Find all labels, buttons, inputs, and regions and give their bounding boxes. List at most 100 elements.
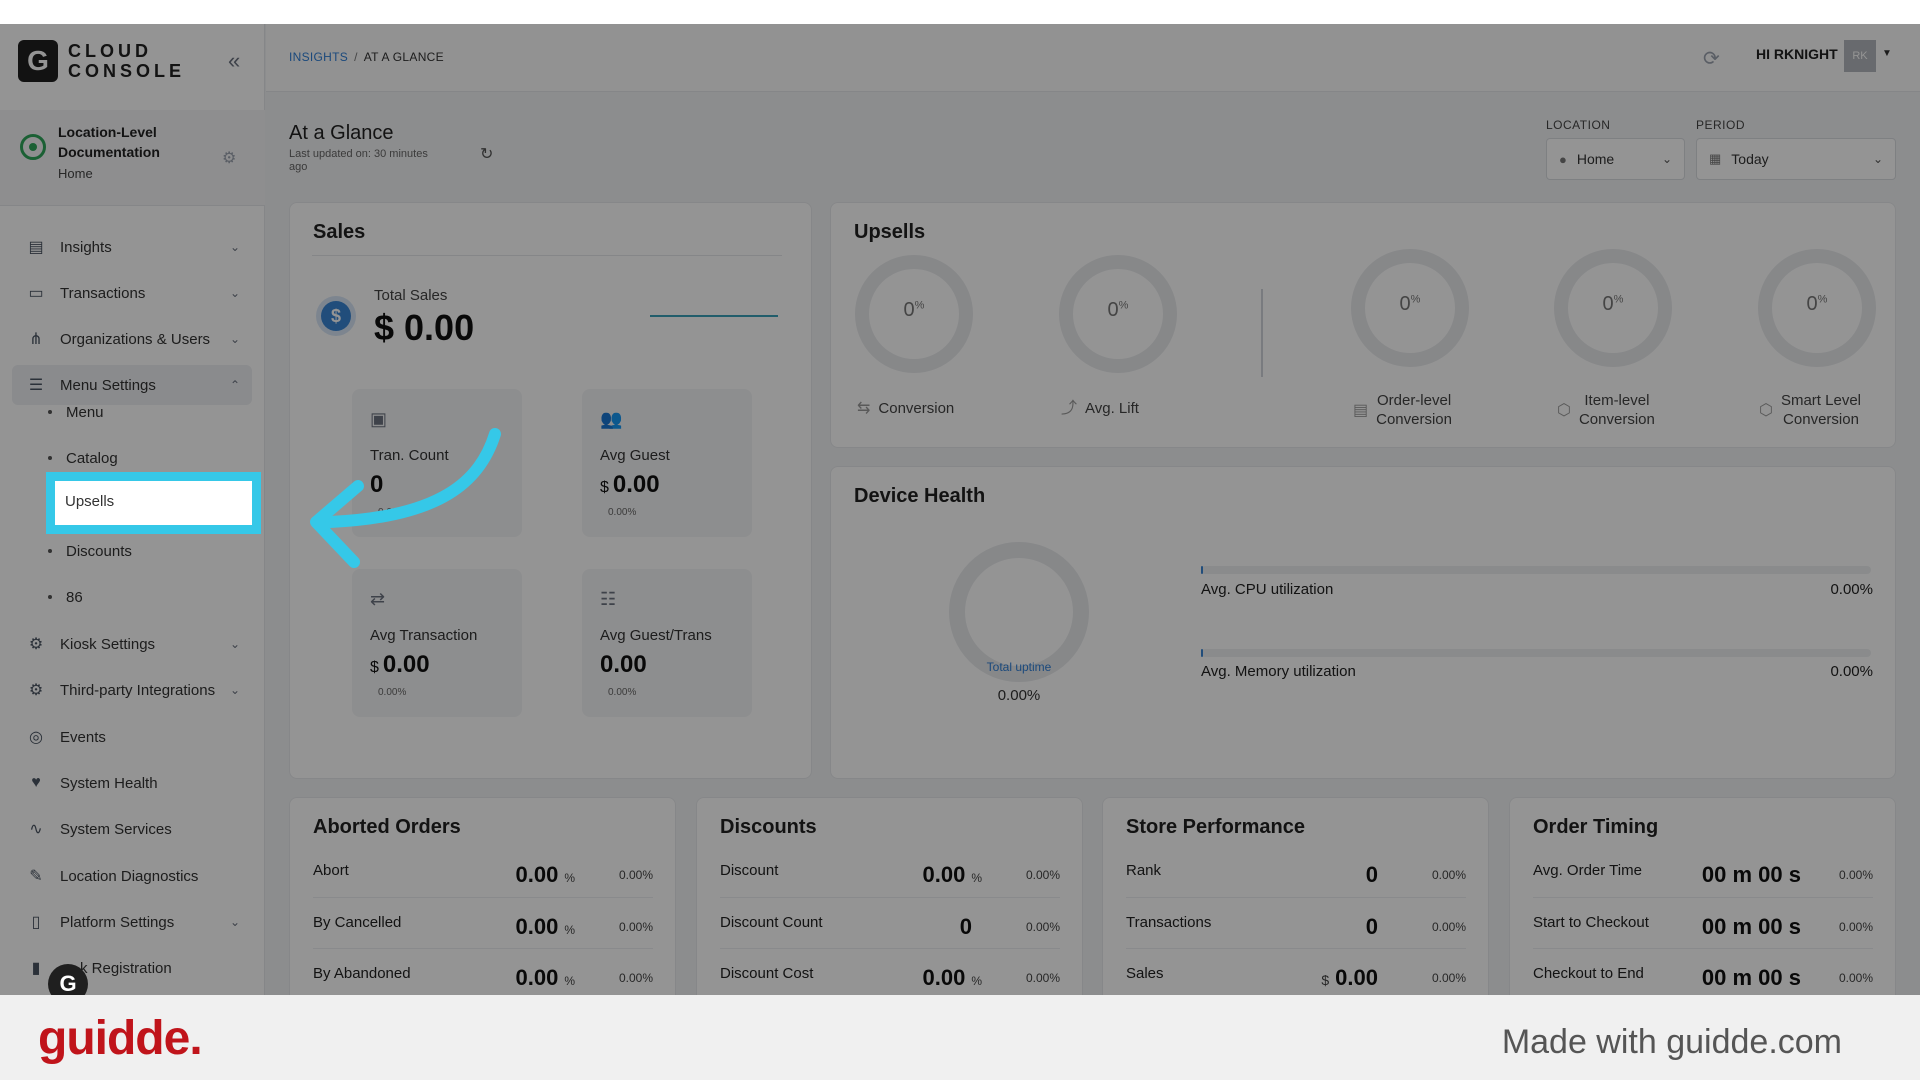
sync-icon[interactable]: ⟳ [1703, 46, 1720, 71]
sidebar-item-kiosk-settings[interactable]: ⚙ Kiosk Settings ⌄ [12, 624, 252, 664]
kiosk-icon: ▮ [31, 960, 41, 977]
cpu-bar-fill [1201, 566, 1203, 574]
brand-logo[interactable]: G CLOUD CONSOLE [18, 40, 185, 82]
order-level-label: ▤ Order-level Conversion [1353, 392, 1452, 428]
brand-mark: G [18, 40, 58, 82]
chevron-up-icon: ⌃ [229, 378, 240, 392]
sidebar-item-events[interactable]: ◎ Events [12, 717, 252, 757]
top-bar: INSIGHTS / AT A GLANCE ⟳ HI RKNIGHT RK ▼ [266, 24, 1920, 92]
footer: guidde. Made with guidde.com [0, 995, 1920, 1080]
chevron-down-icon: ⌄ [229, 915, 240, 929]
conversion-icon: ⇆ [857, 400, 871, 417]
memory-bar [1201, 649, 1871, 657]
list-item: Avg. Order Time 00 m 00 s 0.00% [1533, 862, 1873, 887]
sidebar-item-platform-settings[interactable]: ▯ Platform Settings ⌄ [12, 902, 252, 942]
sidebar-item-system-health[interactable]: ♥ System Health [12, 763, 252, 803]
location-select[interactable]: ● Home ⌄ [1546, 138, 1685, 180]
location-settings-icon[interactable]: ⚙ [222, 148, 236, 168]
chevron-down-icon: ⌄ [229, 637, 240, 651]
made-with-text: Made with guidde.com [1501, 1023, 1842, 1061]
location-subtitle: Home [58, 166, 93, 181]
list-item: Sales $0.00 0.00% [1126, 965, 1466, 990]
sidebar-subitem-discounts[interactable]: Discounts [48, 534, 132, 568]
cpu-value: 0.00% [1830, 581, 1873, 598]
chevron-down-icon: ⌄ [229, 683, 240, 697]
store-performance-card: Store Performance Rank 0 0.00% Transaction… [1102, 797, 1489, 995]
guidde-logo: guidde. [38, 1012, 203, 1065]
sales-title: Sales [313, 221, 366, 243]
total-sales-value: $ 0.00 [374, 307, 475, 348]
aborted-orders-card: Aborted Orders Abort 0.00% 0.00% By Cancel… [289, 797, 676, 995]
sidebar-subitem-menu[interactable]: Menu [48, 395, 104, 429]
period-filter-label: PERIOD [1696, 118, 1746, 132]
cpu-label: Avg. CPU utilization [1201, 581, 1334, 598]
sidebar-item-label: Insights [60, 238, 112, 256]
chevron-down-icon: ⌄ [229, 332, 240, 346]
sidebar-item-label: Organizations & Users [60, 330, 211, 348]
refresh-icon[interactable]: ↻ [480, 144, 493, 164]
gear-icon: ⚙ [28, 636, 44, 653]
caret-down-icon[interactable]: ▼ [1882, 48, 1892, 59]
heart-icon: ♥ [31, 774, 41, 791]
discounts-card: Discounts Discount 0.00% 0.00% Discount Co… [696, 797, 1083, 995]
pointer-arrow-icon [310, 428, 501, 568]
breadcrumb-insights[interactable]: INSIGHTS [289, 50, 348, 64]
aborted-orders-title: Aborted Orders [313, 816, 461, 838]
collapse-sidebar-icon[interactable]: « [228, 48, 240, 74]
sidebar-subitem-catalog[interactable]: Catalog [48, 441, 118, 475]
box-icon: ⬡ [1557, 401, 1571, 419]
chevron-down-icon: ⌄ [229, 240, 240, 254]
list-item: Rank 0 0.00% [1126, 862, 1466, 887]
events-icon: ◎ [29, 729, 43, 746]
user-greeting[interactable]: HI RKNIGHT [1756, 46, 1838, 62]
chart-icon: ▤ [28, 239, 44, 256]
memory-bar-fill [1201, 649, 1203, 657]
sidebar-subitem-86[interactable]: 86 [48, 580, 83, 614]
period-select-value: Today [1731, 151, 1769, 167]
avg-guest-trans-tile: ☷ Avg Guest/Trans 0.00 0.00% [582, 569, 752, 717]
sidebar-subitem-upsells[interactable]: Upsells [46, 472, 261, 534]
memory-value: 0.00% [1830, 663, 1873, 680]
list-item: Abort 0.00% 0.00% [313, 862, 653, 887]
sidebar-item-label: System Health [60, 774, 158, 792]
sidebar-subitem-upsells-label: Upsells [65, 493, 115, 510]
sidebar-item-label: Events [60, 728, 106, 746]
period-select[interactable]: ▦ Today ⌄ [1696, 138, 1896, 180]
total-sales-label: Total Sales [374, 287, 448, 304]
list-item: Transactions 0 0.00% [1126, 914, 1466, 939]
avg-transaction-tile: ⇄ Avg Transaction $0.00 0.00% [352, 569, 522, 717]
last-updated: Last updated on: 30 minutes ago [289, 148, 428, 173]
list-item: Checkout to End 00 m 00 s 0.00% [1533, 965, 1873, 990]
list-item: Discount Count 0 0.00% [720, 914, 1060, 939]
sidebar-item-insights[interactable]: ▤ Insights ⌄ [12, 227, 252, 267]
location-selector[interactable]: Location-Level Documentation Home ⚙ [0, 110, 265, 206]
receipt-icon: ▭ [28, 285, 44, 302]
app-screen: G CLOUD CONSOLE « Location-Level Documen… [0, 24, 1920, 995]
org-icon: ⋔ [29, 331, 43, 348]
store-performance-title: Store Performance [1126, 816, 1305, 838]
menu-icon: ☰ [28, 377, 44, 394]
exchange-icon: ⇄ [370, 589, 386, 609]
list-item: By Abandoned 0.00% 0.00% [313, 965, 653, 990]
doc-icon: ▯ [31, 914, 41, 931]
chevron-down-icon: ⌄ [229, 286, 240, 300]
breadcrumb-separator: / [354, 50, 358, 64]
avg-guest-tile: 👥 Avg Guest $0.00 0.00% [582, 389, 752, 537]
sidebar-item-label: Platform Settings [60, 913, 175, 931]
sidebar-item-third-party[interactable]: ⚙ Third-party Integrations ⌄ [12, 670, 252, 710]
sidebar-item-transactions[interactable]: ▭ Transactions ⌄ [12, 273, 252, 313]
location-pin-icon [20, 134, 46, 160]
upsells-title: Upsells [854, 221, 926, 243]
sidebar-item-organizations[interactable]: ⋔ Organizations & Users ⌄ [12, 319, 252, 359]
cpu-bar [1201, 566, 1871, 574]
sidebar-item-location-diagnostics[interactable]: ✎ Location Diagnostics [12, 856, 252, 896]
order-timing-title: Order Timing [1533, 816, 1659, 838]
avatar[interactable]: RK [1844, 40, 1876, 72]
device-health-card: Device Health Total uptime 0.00% Avg. CP… [830, 466, 1896, 779]
map-pin-icon: ● [1559, 151, 1567, 167]
sidebar-item-system-services[interactable]: ∿ System Services [12, 809, 252, 849]
item-level-label: ⬡ Item-level Conversion [1557, 392, 1655, 428]
lift-icon: ⤴ [1061, 400, 1078, 417]
guests-icon: 👥 [600, 409, 623, 429]
sidebar-item-label: System Services [60, 820, 172, 838]
